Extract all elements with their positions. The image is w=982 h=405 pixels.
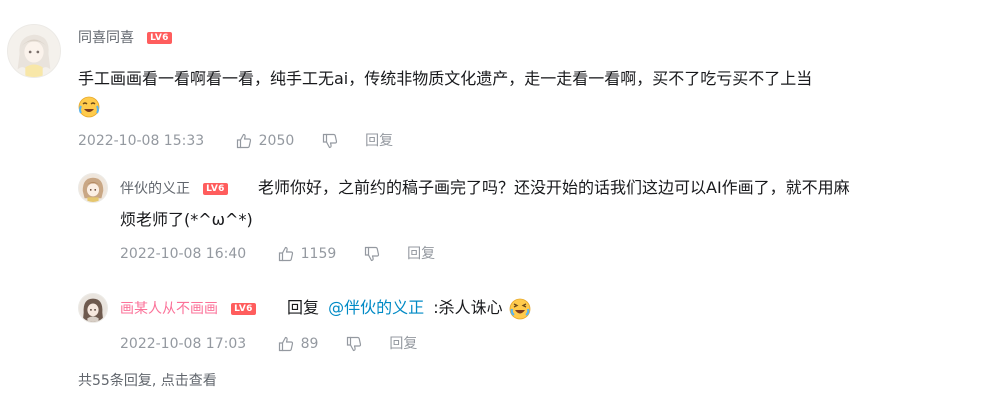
reply-button[interactable]: 回复 [365, 133, 393, 149]
view-more-replies-link[interactable]: 共55条回复, 点击查看 [78, 371, 217, 391]
dislike-button[interactable] [345, 336, 367, 352]
level-badge: LV6 [203, 182, 228, 195]
thumbs-down-icon [322, 133, 337, 149]
mention-link[interactable]: @伴伙的义正 [328, 298, 424, 317]
thumbs-up-icon [236, 133, 251, 149]
like-count: 89 [300, 336, 319, 352]
thumbs-down-icon [346, 336, 361, 352]
reply-body: :杀人诛心 [433, 298, 503, 317]
reply-text: 老师你好，之前约的稿子画完了吗？还没开始的话我们这边可以AI作画了，就不用麻 [258, 174, 973, 202]
level-badge: LV6 [147, 31, 172, 44]
reply-button[interactable]: 回复 [389, 336, 417, 352]
thumbs-down-icon [364, 246, 379, 262]
laughing-tears-emoji-icon [509, 298, 531, 320]
like-count: 1159 [300, 246, 337, 262]
reply-count-summary: 共55条回复, 点击查看 [78, 373, 217, 389]
avatar-image [79, 294, 107, 322]
reply-avatar[interactable] [78, 173, 108, 203]
avatar-image [8, 25, 60, 77]
comment-header: 同喜同喜 LV6 [78, 27, 172, 47]
dislike-button[interactable] [321, 133, 343, 149]
reply-avatar[interactable] [78, 293, 108, 323]
comment-text: 手工画画看一看啊看一看，纯手工无ai，传统非物质文化遗产，走一走看一看啊，买不了… [78, 65, 968, 93]
like-button[interactable]: 89 [277, 336, 323, 352]
reply-header: 伴伙的义正 LV6 [120, 178, 228, 198]
level-badge: LV6 [231, 302, 256, 315]
like-button[interactable]: 2050 [235, 133, 299, 149]
comment-body: 手工画画看一看啊看一看，纯手工无ai，传统非物质文化遗产，走一走看一看啊，买不了… [78, 69, 813, 88]
reply-prefix: 回复 [287, 298, 320, 317]
thumbs-up-icon [278, 336, 293, 352]
reply-username[interactable]: 画某人从不画画 [120, 301, 218, 317]
timestamp: 2022-10-08 17:03 [120, 336, 247, 352]
avatar[interactable] [7, 24, 61, 78]
reply-text-line2: 烦老师了(*^ω^*) [120, 206, 253, 234]
timestamp: 2022-10-08 16:40 [120, 246, 247, 262]
like-count: 2050 [258, 133, 295, 149]
reply-username[interactable]: 伴伙的义正 [120, 181, 190, 197]
crying-laugh-emoji-icon [78, 96, 100, 118]
timestamp: 2022-10-08 15:33 [78, 133, 205, 149]
reply-header: 画某人从不画画 LV6 [120, 298, 256, 318]
reply-meta: 2022-10-08 17:03 89 回复 [120, 334, 417, 354]
reply-body-line2: 烦老师了(*^ω^*) [120, 210, 253, 229]
username[interactable]: 同喜同喜 [78, 30, 134, 46]
avatar-image [79, 174, 107, 202]
reply-meta: 2022-10-08 16:40 1159 回复 [120, 244, 435, 264]
reply-button[interactable]: 回复 [407, 246, 435, 262]
dislike-button[interactable] [363, 246, 385, 262]
reply-body-line1: 老师你好，之前约的稿子画完了吗？还没开始的话我们这边可以AI作画了，就不用麻 [258, 178, 850, 197]
like-button[interactable]: 1159 [277, 246, 341, 262]
reply-text: 回复 @伴伙的义正 :杀人诛心 [287, 294, 531, 322]
thumbs-up-icon [278, 246, 293, 262]
comment-meta: 2022-10-08 15:33 2050 回复 [78, 131, 393, 151]
